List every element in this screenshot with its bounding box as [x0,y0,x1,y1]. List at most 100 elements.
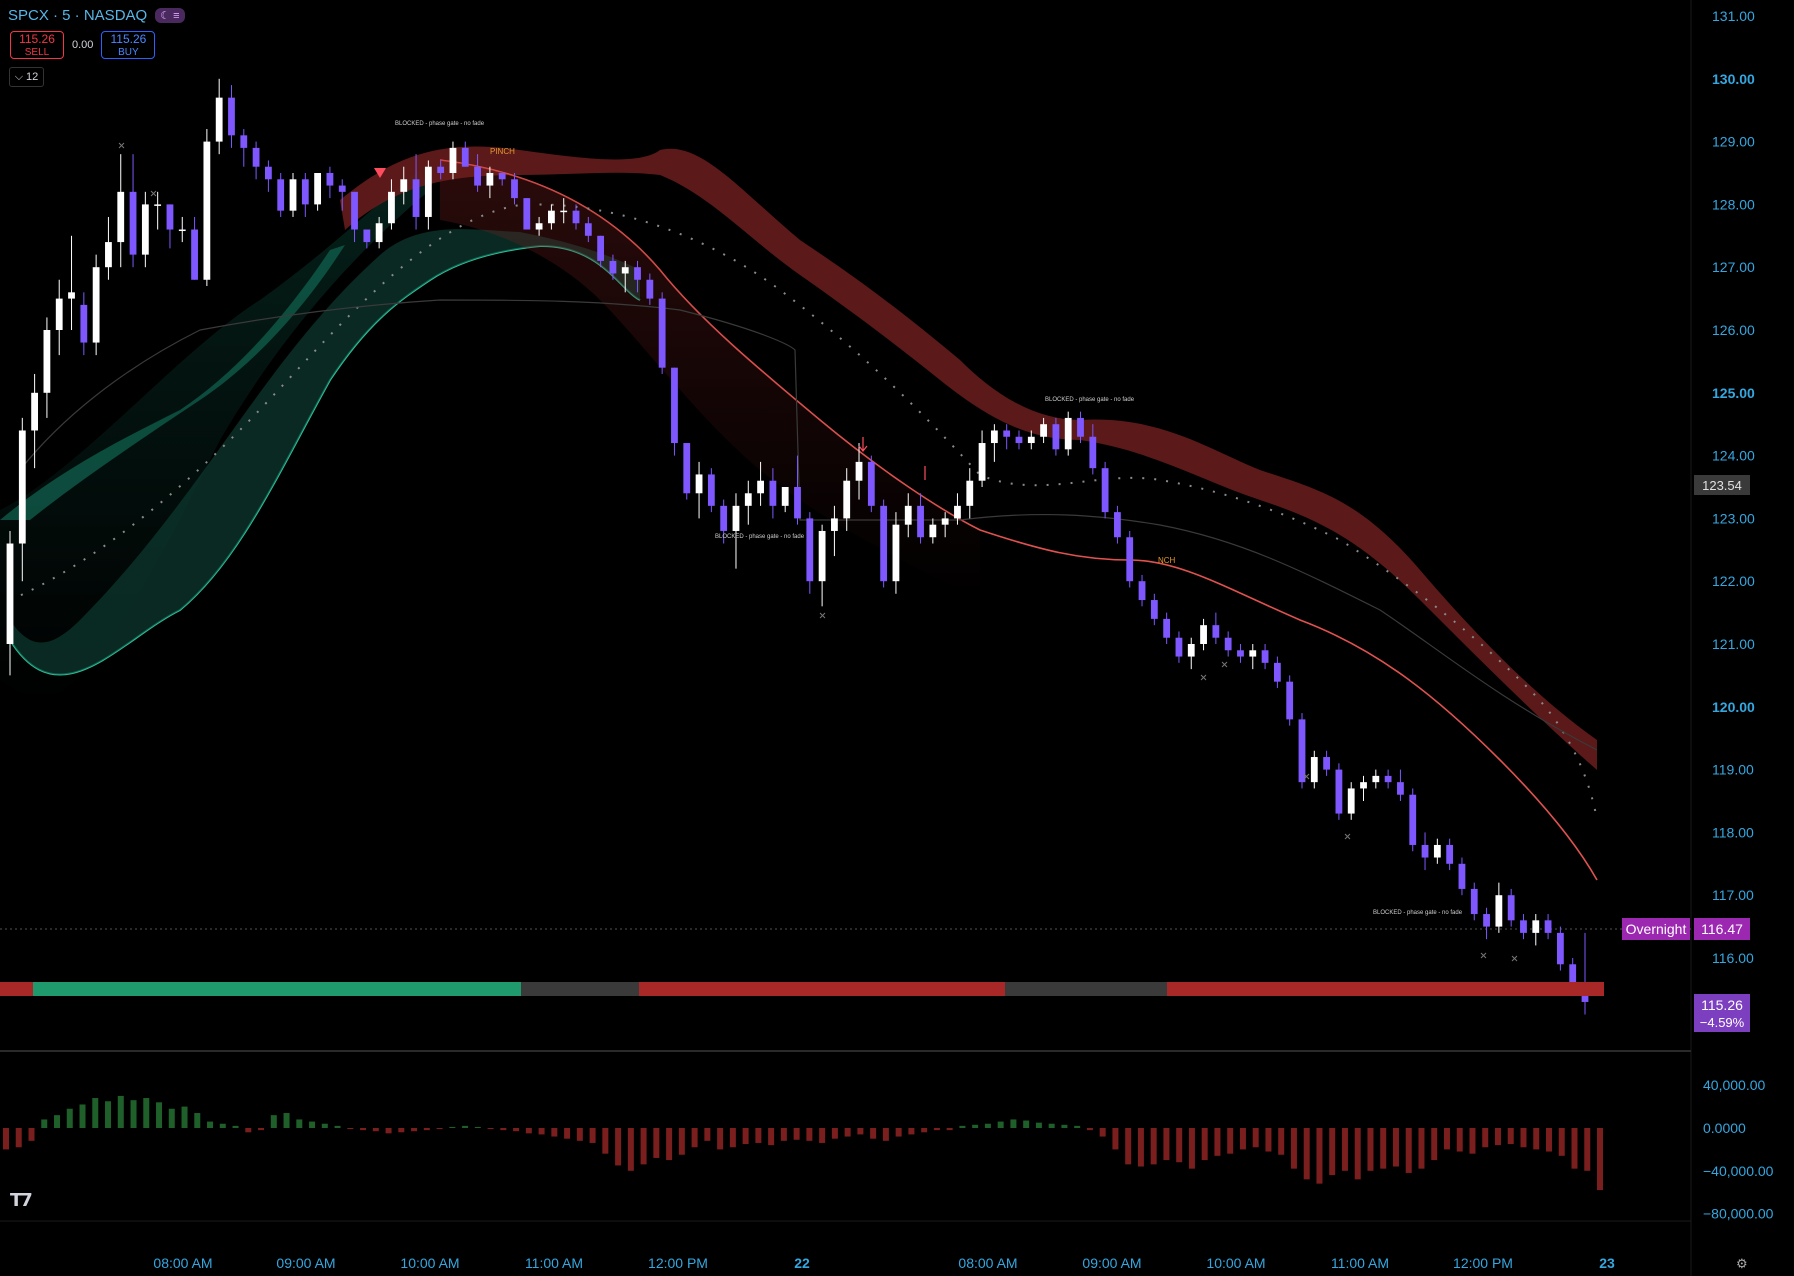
candlestick-series [6,78,1589,1015]
oscillator-bar [564,1128,571,1139]
oscillator-bar [1252,1128,1259,1148]
last-price: 115.26 [1701,997,1743,1013]
oscillator-bar [232,1125,239,1128]
candle-body [92,267,100,343]
candle-body [892,524,900,582]
oscillator-bar [551,1128,558,1137]
oscillator-bar [831,1128,838,1139]
tradingview-logo-icon[interactable]: T7 [10,1190,33,1211]
oscillator-bar [513,1128,520,1132]
oscillator-bar [1227,1128,1234,1154]
oscillator-bar [92,1098,99,1128]
oscillator-bar [1367,1128,1374,1171]
lot-size-value: 12 [26,71,39,83]
candle-body [818,530,826,582]
candle-body [1150,600,1158,619]
lot-size-dropdown[interactable]: ⌵ 12 [9,67,44,87]
candle-body [1520,920,1527,933]
candle-body [363,229,371,243]
candle-body [1286,681,1294,720]
price-tick-label: 117.00 [1712,887,1754,903]
oscillator-bar [372,1128,379,1132]
candle-body [954,505,961,519]
time-axis[interactable]: 08:00 AM 09:00 AM 10:00 AM 11:00 AM 12:00 PM… [153,1255,1615,1271]
candle-body [880,505,888,582]
candle-body [548,210,555,224]
lower-band-cloud [0,170,430,705]
candle-body [609,260,617,274]
candle-body [1015,436,1023,444]
oscillator-histogram [3,1095,1603,1191]
candle-body [1175,637,1183,657]
candle-body [744,493,752,506]
oscillator-bar [105,1101,112,1128]
candle-body [1347,788,1355,814]
candle-body [683,443,691,494]
oscillator-axis[interactable]: 40,000.00 0.0000 −40,000.00 −80,000.00 [1703,1077,1774,1221]
candle-body [1323,757,1331,770]
candle-body [1470,888,1478,915]
oscillator-bar [972,1124,979,1128]
oscillator-bar [1278,1128,1285,1155]
chart-canvas[interactable]: BLOCKED - phase gate - no fade BLOCKED -… [0,0,1794,1276]
candle-body [658,298,666,368]
overnight-price: 116.47 [1701,921,1743,937]
candle-body [461,147,469,167]
candle-body [498,173,506,180]
session-toggle[interactable]: ☾ ≡ [155,8,185,23]
symbol-header[interactable]: SPCX · 5 · NASDAQ ☾ ≡ [8,7,185,24]
sell-button[interactable]: 115.26 SELL [10,31,64,59]
oscillator-bar [666,1128,673,1161]
oscillator-bar [156,1102,163,1128]
candle-body [1237,650,1244,657]
candle-body [154,204,162,206]
oscillator-bar [487,1128,494,1130]
oscillator-bar [1316,1128,1323,1184]
oscillator-bar [1163,1128,1170,1161]
oscillator-bar [525,1128,532,1134]
candle-body [511,179,518,199]
oscillator-bar [576,1128,583,1141]
oscillator-bar [1010,1119,1017,1128]
price-tick-label: 119.00 [1712,762,1754,778]
oscillator-tick-label: 40,000.00 [1703,1077,1765,1093]
candle-body [486,173,494,186]
price-tick-label: 125.00 [1712,385,1755,401]
candle-body [1360,782,1367,789]
candle-body [990,430,998,444]
candle-body [646,279,654,299]
price-tick-label: 126.00 [1712,322,1755,338]
oscillator-bar [1558,1128,1565,1156]
oscillator-bar [296,1119,303,1128]
settings-gear-icon[interactable]: ⚙ [1736,1256,1748,1272]
time-tick-label: 12:00 PM [1453,1255,1513,1271]
candle-body [769,480,777,506]
oscillator-bar [270,1115,277,1128]
candle-body [314,173,322,205]
moon-icon: ☾ [160,10,171,22]
time-tick-label: 08:00 AM [958,1255,1017,1271]
candle-body [400,179,408,192]
oscillator-bar [181,1106,188,1128]
oscillator-bar [1061,1124,1068,1128]
candle-body [178,229,186,232]
candle-body [1187,644,1195,657]
oscillator-bar [691,1128,698,1148]
oscillator-bar [130,1100,137,1128]
candle-body [523,198,531,230]
candle-body [1138,581,1146,601]
oscillator-bar [41,1119,48,1128]
candle-body [301,179,309,205]
oscillator-bar [1597,1128,1603,1191]
oscillator-bar [462,1125,469,1128]
oscillator-bar [385,1128,392,1134]
buy-button[interactable]: 115.26 BUY [101,31,156,59]
oscillator-bar [615,1128,622,1166]
candle-body [1397,782,1404,795]
candle-body [572,210,580,224]
candle-body [412,179,420,217]
oscillator-bar [1571,1128,1578,1169]
oscillator-bar [423,1128,430,1131]
symbol-title[interactable]: SPCX · 5 · NASDAQ [8,7,147,24]
oscillator-bar [1545,1128,1552,1152]
